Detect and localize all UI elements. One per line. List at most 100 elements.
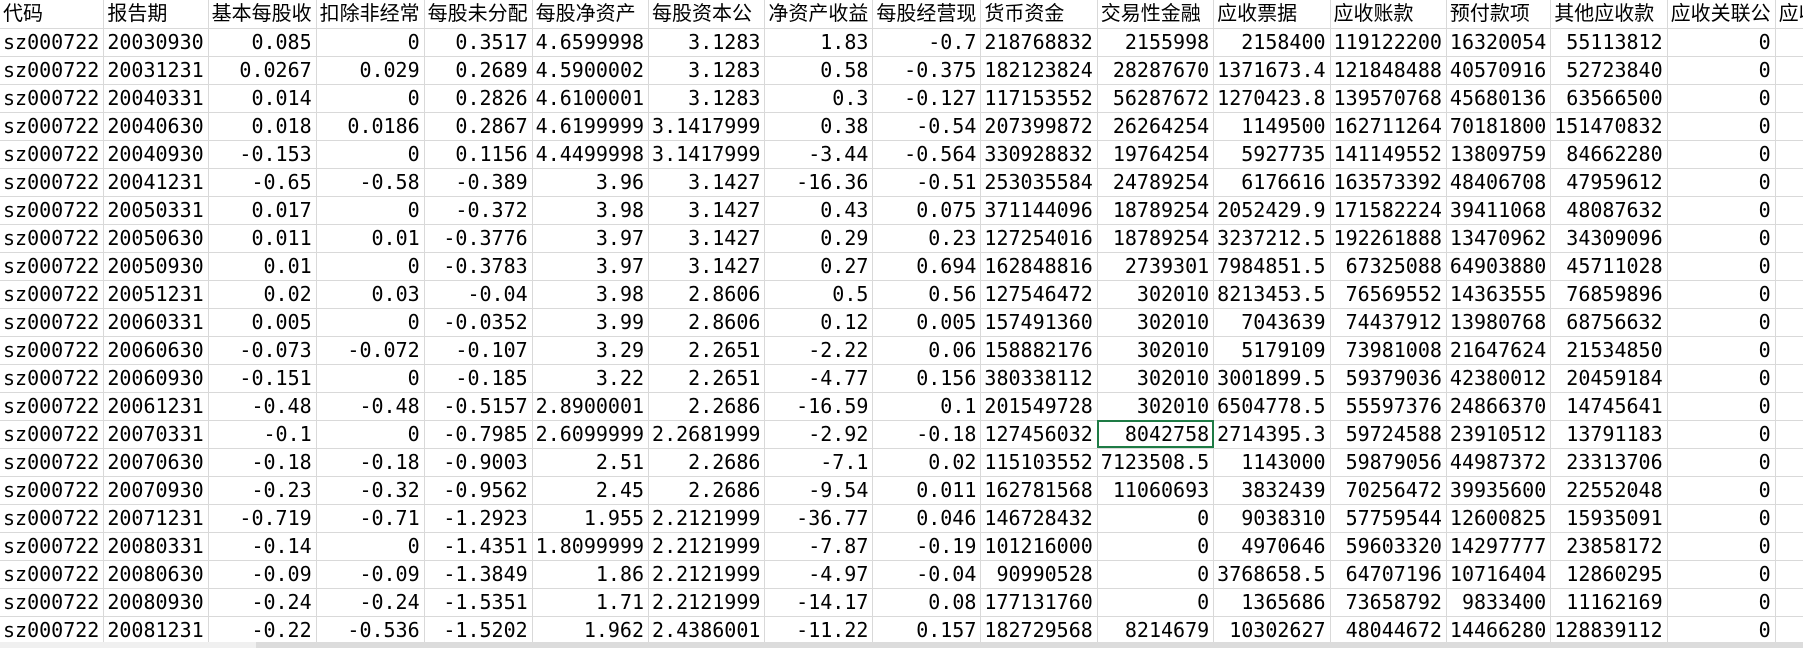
table-cell[interactable]: 0.01 — [208, 252, 317, 281]
table-cell[interactable]: 20061231 — [103, 392, 209, 421]
table-cell[interactable]: 0 — [1667, 56, 1776, 85]
table-cell[interactable]: 0 — [1667, 196, 1776, 225]
table-cell[interactable]: 0.157 — [872, 616, 982, 642]
table-cell[interactable]: 0.005 — [872, 308, 982, 337]
table-cell[interactable]: 11162169 — [1550, 588, 1668, 617]
table-cell[interactable]: 3.1427 — [648, 224, 766, 253]
table-cell[interactable]: -2.92 — [764, 420, 874, 449]
table-cell[interactable]: -0.389 — [424, 168, 533, 197]
table-cell[interactable]: 2155998 — [1097, 28, 1215, 57]
header-cell[interactable]: 其他应收款 — [1550, 0, 1668, 29]
table-cell[interactable]: 0 — [1667, 224, 1776, 253]
scrollbar-thumb[interactable] — [256, 642, 1803, 648]
table-cell[interactable]: 380338112 — [980, 364, 1098, 393]
table-cell[interactable]: sz000722 — [0, 588, 105, 617]
table-cell[interactable]: 20040630 — [103, 112, 209, 141]
table-cell[interactable] — [1775, 448, 1803, 477]
table-cell[interactable]: 127254016 — [980, 224, 1098, 253]
table-cell[interactable]: 6504778.5 — [1213, 392, 1331, 421]
table-cell[interactable]: 158882176 — [980, 336, 1098, 365]
header-cell[interactable]: 每股未分配 — [424, 0, 533, 29]
table-cell[interactable]: 23313706 — [1550, 448, 1668, 477]
table-cell[interactable]: 55113812 — [1550, 28, 1668, 57]
table-cell[interactable]: 73981008 — [1330, 336, 1447, 365]
table-cell[interactable]: -0.51 — [872, 168, 982, 197]
header-cell[interactable]: 预付款项 — [1446, 0, 1552, 29]
table-cell[interactable]: 0.5 — [764, 280, 874, 309]
table-cell[interactable]: sz000722 — [0, 392, 105, 421]
table-cell[interactable]: 64707196 — [1330, 560, 1447, 589]
table-cell[interactable]: 146728432 — [980, 504, 1098, 533]
table-cell[interactable]: 3832439 — [1213, 476, 1331, 505]
table-cell[interactable]: -0.9003 — [424, 448, 533, 477]
table-cell[interactable]: 47959612 — [1550, 168, 1668, 197]
table-cell[interactable]: 302010 — [1097, 280, 1215, 309]
table-cell[interactable]: 0.56 — [872, 280, 982, 309]
table-cell[interactable]: sz000722 — [0, 616, 105, 642]
table-cell[interactable] — [1775, 28, 1803, 57]
table-cell[interactable]: -1.5351 — [424, 588, 533, 617]
table-cell[interactable]: 0.43 — [764, 196, 874, 225]
table-cell[interactable]: -0.151 — [208, 364, 317, 393]
table-cell[interactable]: 13980768 — [1446, 308, 1552, 337]
table-cell[interactable]: 218768832 — [980, 28, 1098, 57]
table-cell[interactable]: sz000722 — [0, 560, 105, 589]
table-cell[interactable]: 12860295 — [1550, 560, 1668, 589]
table-cell[interactable] — [1775, 140, 1803, 169]
table-cell[interactable]: 2158400 — [1213, 28, 1331, 57]
table-cell[interactable]: 13791183 — [1550, 420, 1668, 449]
table-cell[interactable]: 0 — [1667, 476, 1776, 505]
table-cell[interactable]: 48087632 — [1550, 196, 1668, 225]
table-cell[interactable]: -0.54 — [872, 112, 982, 141]
table-cell[interactable]: 2739301 — [1097, 252, 1215, 281]
table-cell[interactable]: -0.18 — [208, 448, 317, 477]
table-cell[interactable]: 3.1427 — [648, 168, 766, 197]
table-cell[interactable]: 117153552 — [980, 84, 1098, 113]
table-cell[interactable]: 3.99 — [532, 308, 650, 337]
table-cell[interactable] — [1775, 616, 1803, 642]
table-cell[interactable]: 39935600 — [1446, 476, 1552, 505]
table-cell[interactable]: 2.2121999 — [648, 532, 766, 561]
table-cell[interactable]: 44987372 — [1446, 448, 1552, 477]
table-cell[interactable]: -0.04 — [872, 560, 982, 589]
table-cell[interactable]: 2.2651 — [648, 364, 766, 393]
table-cell[interactable]: sz000722 — [0, 252, 105, 281]
table-cell[interactable]: 9038310 — [1213, 504, 1331, 533]
table-cell[interactable]: 1270423.8 — [1213, 84, 1331, 113]
table-cell[interactable]: 0.046 — [872, 504, 982, 533]
table-cell[interactable]: -3.44 — [764, 140, 874, 169]
table-cell[interactable]: 6176616 — [1213, 168, 1331, 197]
table-cell[interactable]: 1.86 — [532, 560, 650, 589]
table-cell[interactable]: -0.24 — [208, 588, 317, 617]
table-cell[interactable]: -0.18 — [872, 420, 982, 449]
table-cell[interactable]: 74437912 — [1330, 308, 1447, 337]
table-cell[interactable]: 171582224 — [1330, 196, 1447, 225]
table-cell[interactable]: 63566500 — [1550, 84, 1668, 113]
table-cell[interactable]: 13470962 — [1446, 224, 1552, 253]
table-cell[interactable]: 14466280 — [1446, 616, 1552, 642]
table-cell[interactable]: 0 — [1667, 84, 1776, 113]
table-cell[interactable]: -0.32 — [316, 476, 425, 505]
table-cell[interactable]: sz000722 — [0, 336, 105, 365]
table-cell[interactable]: 0 — [1097, 588, 1215, 617]
table-cell[interactable]: 5927735 — [1213, 140, 1331, 169]
table-cell[interactable]: 18789254 — [1097, 224, 1215, 253]
table-cell[interactable]: 0.075 — [872, 196, 982, 225]
table-cell[interactable]: 128839112 — [1550, 616, 1668, 642]
table-cell[interactable] — [1775, 532, 1803, 561]
table-cell[interactable]: sz000722 — [0, 112, 105, 141]
table-cell[interactable]: 2.2121999 — [648, 588, 766, 617]
table-cell[interactable]: 19764254 — [1097, 140, 1215, 169]
table-cell[interactable] — [1775, 308, 1803, 337]
table-cell[interactable]: 3.1427 — [648, 252, 766, 281]
table-cell[interactable]: 0.02 — [872, 448, 982, 477]
table-cell[interactable]: -0.3783 — [424, 252, 533, 281]
table-cell[interactable]: 0.23 — [872, 224, 982, 253]
table-cell[interactable]: 0.01 — [316, 224, 425, 253]
table-cell[interactable]: 2.2121999 — [648, 504, 766, 533]
table-cell[interactable]: 1143000 — [1213, 448, 1331, 477]
table-cell[interactable]: -2.22 — [764, 336, 874, 365]
table-cell[interactable]: 1365686 — [1213, 588, 1331, 617]
table-cell[interactable]: 0.694 — [872, 252, 982, 281]
table-cell[interactable]: 24866370 — [1446, 392, 1552, 421]
